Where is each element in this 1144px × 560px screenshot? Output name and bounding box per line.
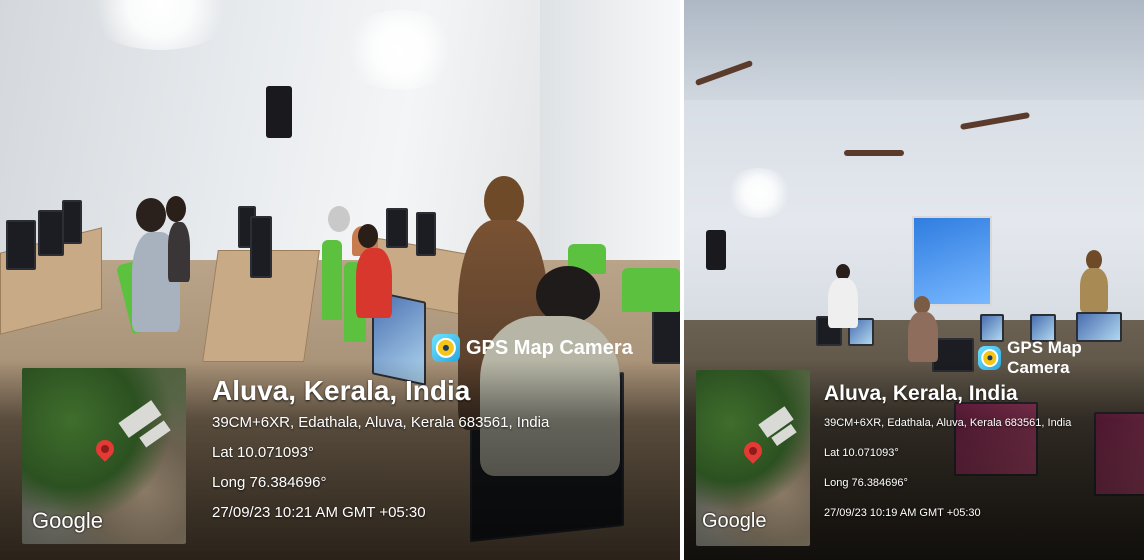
location-title: Aluva, Kerala, India [212, 375, 471, 406]
map-thumbnail: Google [22, 368, 186, 544]
person-head [358, 224, 378, 248]
person-head [166, 196, 186, 222]
person-head [328, 206, 350, 232]
green-chair [622, 268, 680, 312]
brand-label: GPS Map Camera [466, 336, 633, 359]
location-info: Aluva, Kerala, India 39CM+6XR, Edathala,… [212, 374, 672, 528]
computer-monitor [6, 220, 36, 270]
computer-monitor [386, 208, 408, 248]
computer-monitor [250, 216, 272, 278]
wall-speaker [266, 86, 292, 138]
wall-speaker [706, 230, 726, 270]
lab-ceiling [684, 0, 1144, 100]
gps-map-camera-icon [432, 334, 460, 362]
location-info: Aluva, Kerala, India 39CM+6XR, Edathala,… [824, 380, 1140, 528]
location-longitude: Long 76.384696° [212, 474, 327, 491]
google-logo: Google [702, 510, 767, 532]
person-head [1086, 250, 1102, 270]
gps-map-camera-brand: GPS Map Camera [432, 334, 633, 362]
standing-person [908, 312, 938, 362]
location-latitude: Lat 10.071093° [212, 444, 314, 461]
standing-presenter [828, 278, 858, 328]
gps-map-camera-brand: GPS Map Camera [978, 338, 1144, 378]
wall-light [724, 168, 794, 218]
location-title: Aluva, Kerala, India [824, 382, 1018, 405]
map-pin-icon [92, 436, 118, 462]
projector-screen [912, 216, 992, 306]
computer-monitor [416, 212, 436, 256]
computer-monitor [62, 200, 82, 244]
ceiling-light [340, 10, 460, 90]
brand-label: GPS Map Camera [1007, 338, 1082, 377]
location-address: 39CM+6XR, Edathala, Aluva, Kerala 683561… [824, 417, 1072, 429]
location-datetime: 27/09/23 10:21 AM GMT +05:30 [212, 504, 426, 521]
green-chair [322, 240, 342, 320]
map-pin-icon [740, 438, 766, 464]
standing-person [1080, 268, 1108, 312]
gps-map-camera-icon [978, 346, 1002, 370]
photo-computer-lab-right: GPS Map Camera Google Aluva, Kerala, Ind… [684, 0, 1144, 560]
location-datetime: 27/09/23 10:19 AM GMT +05:30 [824, 507, 981, 519]
map-thumbnail: Google [696, 370, 810, 546]
photo-computer-lab-left: GPS Map Camera Google Aluva, Kerala, Ind… [0, 0, 680, 560]
location-longitude: Long 76.384696° [824, 477, 908, 489]
person-head [136, 198, 166, 232]
person-head [484, 176, 524, 226]
seated-person [356, 248, 392, 318]
google-logo: Google [32, 508, 103, 533]
location-latitude: Lat 10.071093° [824, 447, 899, 459]
location-address: 39CM+6XR, Edathala, Aluva, Kerala 683561… [212, 414, 550, 431]
seated-person [168, 222, 190, 282]
computer-monitor [38, 210, 64, 256]
ceiling-fan [844, 150, 904, 156]
